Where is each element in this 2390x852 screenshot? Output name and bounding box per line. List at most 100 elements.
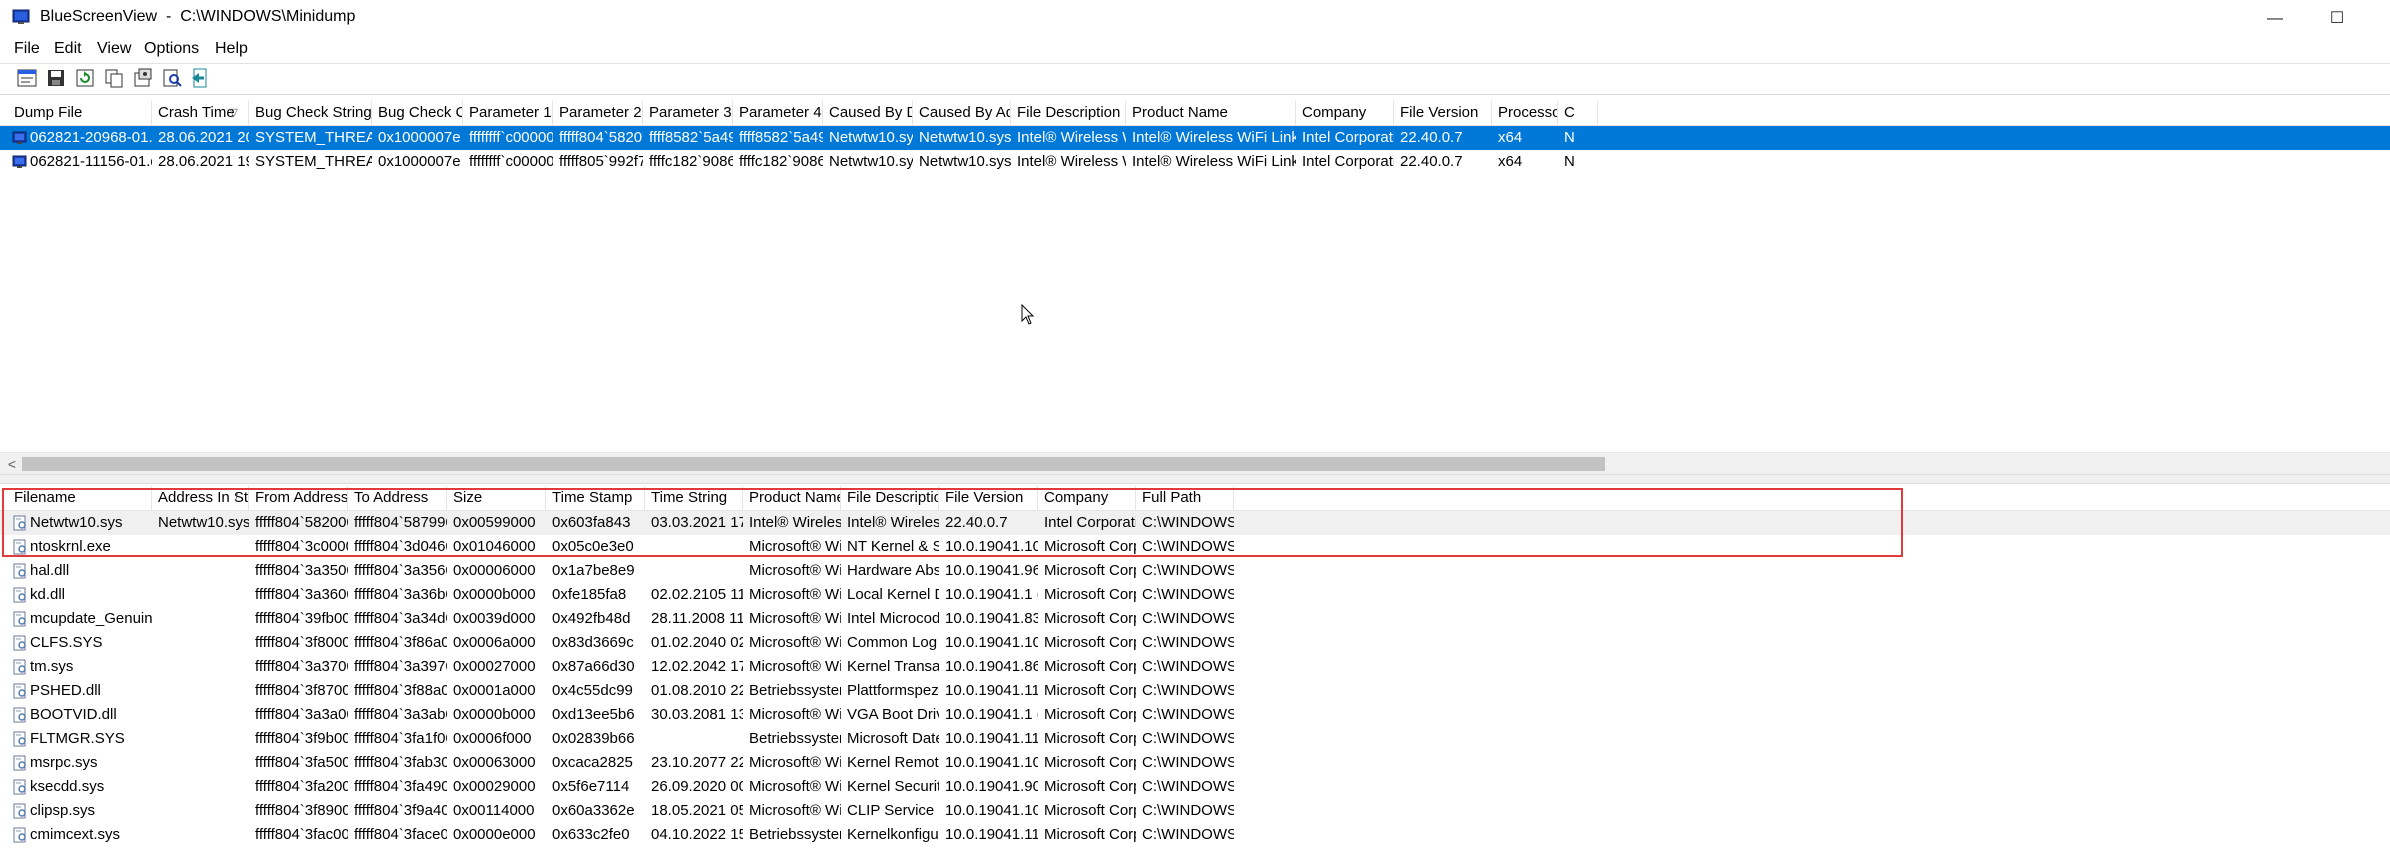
- drivers-cell-company: Microsoft Corpora...: [1044, 658, 1136, 675]
- drivers-cell-to-address: fffff804`3a36b000: [354, 586, 447, 603]
- menu-view[interactable]: View: [97, 40, 131, 58]
- column-header-label: Company: [1302, 104, 1367, 121]
- title-bar: BlueScreenView - C:\WINDOWS\Minidump — ☐: [0, 0, 2390, 37]
- dumps-header-bug-check-string[interactable]: Bug Check String: [249, 101, 372, 125]
- drivers-cell-product-name: Microsoft® Wind...: [749, 586, 841, 603]
- dumps-cell-parameter-3: ffffc182`9086f188: [649, 153, 733, 170]
- scrollbar-thumb[interactable]: [22, 457, 1605, 471]
- drivers-row[interactable]: hal.dll fffff804`3a350000 fffff804`3a35600…: [0, 559, 2390, 583]
- dumps-cell-bug-check-code: 0x1000007e: [378, 153, 461, 170]
- menu-options[interactable]: Options: [144, 40, 199, 58]
- column-header-label: Caused By Driver: [829, 104, 912, 121]
- drivers-row[interactable]: ntoskrnl.exe fffff804`3c000000 fffff804`3d…: [0, 535, 2390, 559]
- dumps-header-parameter-3[interactable]: Parameter 3: [643, 101, 733, 125]
- maximize-button[interactable]: ☐: [2306, 0, 2368, 37]
- drivers-cell-time-stamp: 0x87a66d30: [552, 658, 635, 675]
- drivers-row[interactable]: Netwtw10.sys Netwtw10.sys+14d... fffff804`…: [0, 511, 2390, 535]
- properties-icon[interactable]: [16, 67, 38, 89]
- dumps-cell-parameter-1: ffffffff`c0000005: [469, 129, 553, 146]
- drivers-header-filename[interactable]: Filename: [8, 486, 152, 510]
- pane-splitter[interactable]: [0, 474, 2390, 484]
- menu-help[interactable]: Help: [215, 40, 248, 58]
- drivers-cell-full-path: C:\WINDOWS\syst...: [1142, 682, 1234, 699]
- drivers-row[interactable]: PSHED.dll fffff804`3f870000 fffff804`3f88a…: [0, 679, 2390, 703]
- dumps-header-file-description[interactable]: File Description: [1011, 101, 1126, 125]
- scroll-left-arrow[interactable]: <: [4, 453, 20, 475]
- driver-file-icon: [13, 659, 26, 675]
- menu-edit[interactable]: Edit: [54, 40, 82, 58]
- dumps-header-caused-by-address[interactable]: Caused By Address: [913, 101, 1011, 125]
- dumps-header-bug-check-code[interactable]: Bug Check Code: [372, 101, 463, 125]
- drivers-row[interactable]: mcupdate_GenuineIntel.dll fffff804`39fb00…: [0, 607, 2390, 631]
- drivers-cell-size: 0x00599000: [453, 514, 536, 531]
- dumps-header-product-name[interactable]: Product Name: [1126, 101, 1296, 125]
- column-header-label: Parameter 3: [649, 104, 732, 121]
- dumps-header-crash-time[interactable]: Crash Time ▽: [152, 101, 249, 125]
- driver-file-icon: [13, 779, 26, 795]
- drivers-cell-filename: CLFS.SYS: [8, 631, 152, 655]
- drivers-header-to-address[interactable]: To Address: [348, 486, 447, 510]
- drivers-row[interactable]: BOOTVID.dll fffff804`3a3a0000 fffff804`3a3…: [0, 703, 2390, 727]
- drivers-cell-from-address: fffff804`3a3a0000: [255, 706, 348, 723]
- dumps-row[interactable]: 062821-11156-01.dmp 28.06.2021 19:52:49 SY…: [0, 150, 2390, 174]
- column-header-label: Bug Check String: [255, 104, 372, 121]
- drivers-row[interactable]: clipsp.sys fffff804`3f890000 fffff804`3f9a…: [0, 799, 2390, 823]
- drivers-row[interactable]: kd.dll fffff804`3a360000 fffff804`3a36b000…: [0, 583, 2390, 607]
- dumps-header-dump-file[interactable]: Dump File: [8, 101, 152, 125]
- filename-text: Netwtw10.sys: [30, 514, 123, 531]
- drivers-row[interactable]: tm.sys fffff804`3a370000 fffff804`3a397000…: [0, 655, 2390, 679]
- drivers-cell-company: Microsoft Corpora...: [1044, 634, 1136, 651]
- dumps-header-caused-by-driver[interactable]: Caused By Driver: [823, 101, 913, 125]
- find-icon[interactable]: [161, 67, 183, 89]
- drivers-header-full-path[interactable]: Full Path: [1136, 486, 1234, 510]
- drivers-cell-file-version: 10.0.19041.1100 (Wi...: [945, 826, 1038, 843]
- refresh-icon[interactable]: [74, 67, 96, 89]
- drivers-cell-file-description: Hardware Abstract...: [847, 562, 939, 579]
- drivers-row[interactable]: FLTMGR.SYS fffff804`3f9b0000 fffff804`3fa1…: [0, 727, 2390, 751]
- dumps-header-parameter-2[interactable]: Parameter 2: [553, 101, 643, 125]
- dumps-header-file-version[interactable]: File Version: [1394, 101, 1492, 125]
- dumps-header-parameter-4[interactable]: Parameter 4: [733, 101, 823, 125]
- drivers-cell-to-address: fffff804`58799000: [354, 514, 447, 531]
- filename-text: ksecdd.sys: [30, 778, 105, 795]
- filename-text: FLTMGR.SYS: [30, 730, 125, 747]
- drivers-row[interactable]: cmimcext.sys fffff804`3fac0000 fffff804`3f…: [0, 823, 2390, 847]
- driver-file-icon: [13, 515, 26, 531]
- drivers-header-product-name[interactable]: Product Name: [743, 486, 841, 510]
- drivers-header-time-string[interactable]: Time String: [645, 486, 743, 510]
- menu-file[interactable]: File: [14, 40, 40, 58]
- drivers-header-file-description[interactable]: File Description: [841, 486, 939, 510]
- drivers-cell-time-stamp: 0xfe185fa8: [552, 586, 627, 603]
- mouse-cursor-icon: [1021, 304, 1035, 325]
- drivers-row[interactable]: CLFS.SYS fffff804`3f800000 fffff804`3f86a0…: [0, 631, 2390, 655]
- save-icon[interactable]: [45, 67, 67, 89]
- minimize-button[interactable]: —: [2244, 0, 2306, 37]
- drivers-header-from-address[interactable]: From Address: [249, 486, 348, 510]
- dumps-row[interactable]: 062821-20968-01.dmp 28.06.2021 20:00:13 SY…: [0, 126, 2390, 150]
- drivers-cell-address-in-st: [152, 751, 249, 775]
- copy-icon[interactable]: [103, 67, 125, 89]
- drivers-header-time-stamp[interactable]: Time Stamp: [546, 486, 645, 510]
- column-header-label: Processor: [1498, 104, 1557, 121]
- drivers-header-size[interactable]: Size: [447, 486, 546, 510]
- dumps-header-processor[interactable]: Processor: [1492, 101, 1558, 125]
- driver-file-icon: [13, 827, 26, 843]
- driver-list: Filename Address In St.../ From Address To …: [0, 486, 2390, 852]
- drivers-header-address-in-st[interactable]: Address In St.../: [152, 486, 249, 510]
- dumps-header-parameter-1[interactable]: Parameter 1: [463, 101, 553, 125]
- horizontal-scrollbar[interactable]: <: [0, 452, 2390, 475]
- drivers-cell-product-name: Microsoft® Wind...: [749, 538, 841, 555]
- dumps-cell-company: Intel Corporation: [1302, 153, 1394, 170]
- dumps-cell-processor: x64: [1498, 129, 1523, 146]
- drivers-row[interactable]: msrpc.sys fffff804`3fa50000 fffff804`3fab3…: [0, 751, 2390, 775]
- exit-icon[interactable]: [190, 67, 212, 89]
- drivers-header-file-version[interactable]: File Version: [939, 486, 1038, 510]
- drivers-row[interactable]: ksecdd.sys fffff804`3fa20000 fffff804`3fa4…: [0, 775, 2390, 799]
- dumps-header-c[interactable]: C: [1558, 101, 1598, 125]
- drivers-header-company[interactable]: Company: [1038, 486, 1136, 510]
- drivers-cell-time-string: 26.09.2020 00:37:08: [651, 778, 743, 795]
- advanced-options-icon[interactable]: [132, 67, 154, 89]
- dumps-cell-file-description: Intel® Wireless WiFi Li...: [1017, 153, 1126, 170]
- dumps-header-company[interactable]: Company: [1296, 101, 1394, 125]
- drivers-cell-file-version: 22.40.0.7: [945, 514, 1008, 531]
